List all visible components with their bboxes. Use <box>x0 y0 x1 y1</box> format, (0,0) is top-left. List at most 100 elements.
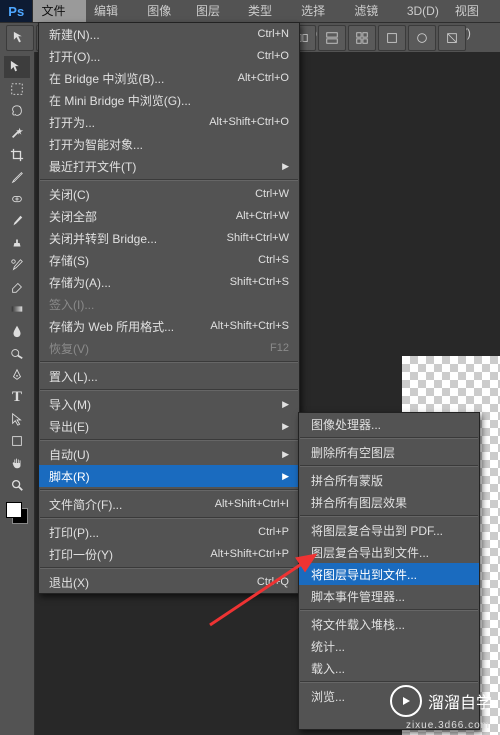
eraser-tool[interactable] <box>4 276 30 298</box>
menu-shortcut: Ctrl+N <box>258 28 289 40</box>
arrange-icon-4[interactable] <box>378 25 406 51</box>
clone-stamp-tool[interactable] <box>4 232 30 254</box>
file-menu-item-30[interactable]: 退出(X) Ctrl+Q <box>39 571 299 593</box>
file-menu-item-14[interactable]: 存储为 Web 所用格式...Alt+Shift+Ctrl+S <box>39 315 299 337</box>
menu-2[interactable]: 图像(I) <box>139 0 188 22</box>
menu-shortcut: Ctrl+Q <box>257 576 289 588</box>
menu-shortcut: Alt+Ctrl+W <box>236 210 289 222</box>
menu-1[interactable]: 编辑(E) <box>86 0 139 22</box>
brush-tool[interactable] <box>4 210 30 232</box>
menu-0[interactable]: 文件(F) <box>33 0 86 22</box>
script-menu-item-9[interactable]: 将图层导出到文件... <box>299 563 479 585</box>
file-menu-item-22[interactable]: 自动(U)▶ <box>39 443 299 465</box>
menu-6[interactable]: 滤镜(T) <box>346 0 399 22</box>
menu-shortcut: F12 <box>270 342 289 354</box>
lasso-tool[interactable] <box>4 100 30 122</box>
menu-4[interactable]: 类型(Y) <box>240 0 293 22</box>
separator <box>40 361 298 363</box>
menu-shortcut: Shift+Ctrl+W <box>227 232 289 244</box>
menu-item-label: 打印(P)... <box>49 524 99 541</box>
file-menu-item-6[interactable]: 最近打开文件(T)▶ <box>39 155 299 177</box>
script-menu-item-2[interactable]: 删除所有空图层 <box>299 441 479 463</box>
file-menu-item-10[interactable]: 关闭并转到 Bridge...Shift+Ctrl+W <box>39 227 299 249</box>
zoom-tool[interactable] <box>4 474 30 496</box>
healing-brush-tool[interactable] <box>4 188 30 210</box>
menu-5[interactable]: 选择(S) <box>293 0 346 22</box>
mode-icon-2[interactable] <box>438 25 466 51</box>
script-menu-item-14[interactable]: 载入... <box>299 657 479 679</box>
type-tool[interactable]: T <box>4 386 30 408</box>
menu-shortcut: Alt+Shift+Ctrl+I <box>215 498 289 510</box>
file-menu-item-2[interactable]: 在 Bridge 中浏览(B)...Alt+Ctrl+O <box>39 67 299 89</box>
script-submenu: 图像处理器... 删除所有空图层拼合所有蒙版拼合所有图层效果将图层复合导出到 PD… <box>298 412 480 730</box>
menu-item-label: 打开(O)... <box>49 48 100 65</box>
separator <box>300 609 478 611</box>
menu-3[interactable]: 图层(L) <box>188 0 240 22</box>
separator <box>40 179 298 181</box>
hand-tool[interactable] <box>4 452 30 474</box>
menubar: Ps 文件(F)编辑(E)图像(I)图层(L)类型(Y)选择(S)滤镜(T)3D… <box>0 0 500 23</box>
menu-item-label: 退出(X) <box>49 574 89 591</box>
watermark-url: zixue.3d66.com <box>406 720 490 731</box>
menu-item-label: 打印一份(Y) <box>49 546 113 563</box>
file-menu-item-28[interactable]: 打印一份(Y)Alt+Shift+Ctrl+P <box>39 543 299 565</box>
mode-icon-1[interactable] <box>408 25 436 51</box>
separator <box>300 437 478 439</box>
pen-tool[interactable] <box>4 364 30 386</box>
marquee-tool[interactable] <box>4 78 30 100</box>
file-menu-item-5[interactable]: 打开为智能对象... <box>39 133 299 155</box>
history-brush-tool[interactable] <box>4 254 30 276</box>
menu-item-label: 导出(E) <box>49 418 89 435</box>
move-tool-preview-icon <box>6 25 34 51</box>
menu-8[interactable]: 视图(V) <box>447 0 500 22</box>
file-menu-item-20[interactable]: 导出(E)▶ <box>39 415 299 437</box>
arrange-icon-2[interactable] <box>318 25 346 51</box>
file-menu-item-17[interactable]: 置入(L)... <box>39 365 299 387</box>
menu-item-label: 在 Mini Bridge 中浏览(G)... <box>49 92 191 109</box>
file-menu-item-9[interactable]: 关闭全部Alt+Ctrl+W <box>39 205 299 227</box>
path-select-tool[interactable] <box>4 408 30 430</box>
file-menu-dropdown: 新建(N)...Ctrl+N打开(O)...Ctrl+O在 Bridge 中浏览… <box>38 22 300 594</box>
file-menu-item-12[interactable]: 存储为(A)...Shift+Ctrl+S <box>39 271 299 293</box>
script-menu-item-7[interactable]: 将图层复合导出到 PDF... <box>299 519 479 541</box>
file-menu-item-23[interactable]: 脚本(R)▶ <box>39 465 299 487</box>
file-menu-item-27[interactable]: 打印(P)...Ctrl+P <box>39 521 299 543</box>
eyedropper-tool[interactable] <box>4 166 30 188</box>
script-menu-item-0[interactable]: 图像处理器... <box>299 413 479 435</box>
arrange-icon-3[interactable] <box>348 25 376 51</box>
gradient-tool[interactable] <box>4 298 30 320</box>
magic-wand-tool[interactable] <box>4 122 30 144</box>
file-menu-item-25[interactable]: 文件简介(F)...Alt+Shift+Ctrl+I <box>39 493 299 515</box>
color-swatches[interactable] <box>6 502 28 524</box>
shape-tool[interactable] <box>4 430 30 452</box>
dodge-tool[interactable] <box>4 342 30 364</box>
blur-tool[interactable] <box>4 320 30 342</box>
file-menu-item-1[interactable]: 打开(O)...Ctrl+O <box>39 45 299 67</box>
chevron-right-icon: ▶ <box>282 399 289 410</box>
watermark-text: 溜溜自学 <box>428 689 492 713</box>
script-menu-item-4[interactable]: 拼合所有蒙版 <box>299 469 479 491</box>
menu-item-label: 脚本(R) <box>49 468 90 485</box>
file-menu-item-8[interactable]: 关闭(C)Ctrl+W <box>39 183 299 205</box>
crop-tool[interactable] <box>4 144 30 166</box>
fg-color-swatch[interactable] <box>6 502 22 518</box>
menu-item-label: 关闭(C) <box>49 186 90 203</box>
menu-item-label: 打开为智能对象... <box>49 136 143 153</box>
file-menu-item-0[interactable]: 新建(N)...Ctrl+N <box>39 23 299 45</box>
file-menu-item-4[interactable]: 打开为...Alt+Shift+Ctrl+O <box>39 111 299 133</box>
script-menu-item-8[interactable]: 图层复合导出到文件... <box>299 541 479 563</box>
script-menu-item-13[interactable]: 统计... <box>299 635 479 657</box>
script-menu-item-10[interactable]: 脚本事件管理器... <box>299 585 479 607</box>
menu-shortcut: Alt+Ctrl+O <box>238 72 289 84</box>
file-menu-item-3[interactable]: 在 Mini Bridge 中浏览(G)... <box>39 89 299 111</box>
menu-7[interactable]: 3D(D) <box>399 0 447 22</box>
move-tool[interactable] <box>4 56 30 78</box>
separator <box>40 567 298 569</box>
file-menu-item-19[interactable]: 导入(M)▶ <box>39 393 299 415</box>
script-menu-item-5[interactable]: 拼合所有图层效果 <box>299 491 479 513</box>
menu-shortcut: Alt+Shift+Ctrl+O <box>209 116 289 128</box>
separator <box>300 681 478 683</box>
app-logo: Ps <box>0 0 33 22</box>
file-menu-item-11[interactable]: 存储(S)Ctrl+S <box>39 249 299 271</box>
script-menu-item-12[interactable]: 将文件载入堆栈... <box>299 613 479 635</box>
